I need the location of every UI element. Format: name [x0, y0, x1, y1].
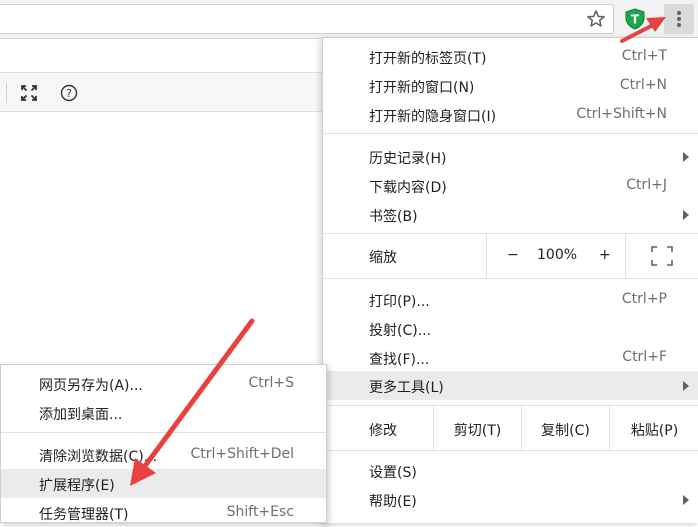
- zoom-level: 100%: [537, 247, 578, 263]
- toolbar-divider: [6, 83, 7, 103]
- submenu-arrow-icon: [683, 210, 689, 220]
- submenu-arrow-icon: [683, 152, 689, 162]
- menu-item-label: 更多工具(L): [369, 380, 444, 396]
- zoom-row: 缩放 − 100% +: [323, 234, 698, 278]
- help-icon[interactable]: ?: [60, 84, 78, 102]
- menu-item-shortcut: Ctrl+Shift+Del: [190, 446, 294, 462]
- submenu-arrow-icon: [683, 495, 689, 505]
- menu-item-label: 书签(B): [369, 209, 418, 225]
- cut-button[interactable]: 剪切(T): [433, 406, 521, 450]
- menu-item-find[interactable]: 查找(F)... Ctrl+F: [323, 343, 698, 372]
- menu-item-history[interactable]: 历史记录(H): [323, 142, 698, 171]
- menu-item-label: 清除浏览数据(C)...: [39, 449, 158, 465]
- menu-item-shortcut: Ctrl+Shift+N: [576, 106, 667, 122]
- menu-item-label: 打开新的隐身窗口(I): [369, 109, 497, 125]
- copy-button[interactable]: 复制(C): [521, 406, 609, 450]
- menu-item-new-tab[interactable]: 打开新的标签页(T) Ctrl+T: [323, 42, 698, 71]
- menu-item-shortcut: Ctrl+J: [626, 177, 667, 193]
- menu-item-label: 历史记录(H): [369, 151, 447, 167]
- zoom-out-button[interactable]: −: [507, 247, 519, 263]
- kebab-menu-icon[interactable]: [664, 4, 694, 34]
- chrome-main-menu: 打开新的标签页(T) Ctrl+T 打开新的窗口(N) Ctrl+N 打开新的隐…: [322, 37, 698, 523]
- menu-item-shortcut: Ctrl+F: [622, 349, 667, 365]
- menu-item-settings[interactable]: 设置(S): [323, 456, 698, 485]
- fullscreen-icon[interactable]: [651, 246, 673, 266]
- menu-item-more-tools[interactable]: 更多工具(L): [323, 371, 698, 400]
- menu-item-label: 下载内容(D): [369, 180, 447, 196]
- zoom-in-button[interactable]: +: [599, 247, 611, 263]
- submenu-item-add-to-desktop[interactable]: 添加到桌面...: [1, 398, 326, 427]
- submenu-item-clear-data[interactable]: 清除浏览数据(C)... Ctrl+Shift+Del: [1, 440, 326, 469]
- menu-item-label: 投射(C)...: [369, 323, 432, 339]
- menu-item-label: 帮助(E): [369, 494, 417, 510]
- fullscreen-icon[interactable]: [20, 84, 38, 102]
- menu-separator: [323, 450, 698, 451]
- menu-item-bookmarks[interactable]: 书签(B): [323, 200, 698, 229]
- shield-extension-icon[interactable]: T: [624, 8, 646, 30]
- paste-button[interactable]: 粘贴(P): [609, 406, 698, 450]
- menu-item-label: 网页另存为(A)...: [39, 378, 143, 394]
- more-tools-submenu: 网页另存为(A)... Ctrl+S 添加到桌面... 清除浏览数据(C)...…: [0, 364, 327, 523]
- submenu-item-save-page[interactable]: 网页另存为(A)... Ctrl+S: [1, 369, 326, 398]
- menu-item-label: 任务管理器(T): [39, 507, 129, 523]
- menu-item-incognito[interactable]: 打开新的隐身窗口(I) Ctrl+Shift+N: [323, 100, 698, 129]
- menu-item-label: 查找(F)...: [369, 352, 430, 368]
- page-toolbar: [0, 72, 330, 112]
- menu-separator: [323, 133, 698, 134]
- menu-item-label: 打开新的窗口(N): [369, 80, 475, 96]
- copy-label: 复制(C): [541, 423, 590, 439]
- menu-item-print[interactable]: 打印(P)... Ctrl+P: [323, 285, 698, 314]
- menu-item-help[interactable]: 帮助(E): [323, 485, 698, 514]
- menu-item-downloads[interactable]: 下载内容(D) Ctrl+J: [323, 171, 698, 200]
- edit-row: 修改 剪切(T) 复制(C) 粘贴(P): [323, 406, 698, 450]
- menu-item-shortcut: Ctrl+T: [621, 48, 667, 64]
- menu-item-shortcut: Ctrl+P: [621, 291, 667, 307]
- menu-item-label: 添加到桌面...: [39, 407, 123, 423]
- menu-item-label: 打开新的标签页(T): [369, 51, 487, 67]
- paste-label: 粘贴(P): [630, 423, 679, 439]
- bookmark-star-icon[interactable]: [586, 9, 606, 29]
- zoom-controls: − 100% +: [486, 234, 626, 278]
- cut-label: 剪切(T): [453, 423, 502, 439]
- menu-item-shortcut: Shift+Esc: [226, 504, 294, 520]
- menu-item-label: 打印(P)...: [369, 294, 430, 310]
- submenu-arrow-icon: [683, 381, 689, 391]
- help-glyph: ?: [66, 87, 72, 100]
- submenu-item-extensions[interactable]: 扩展程序(E): [1, 469, 326, 498]
- extension-letter: T: [631, 13, 640, 27]
- menu-separator: [323, 278, 698, 279]
- edit-label: 修改: [369, 423, 397, 439]
- menu-item-label: 扩展程序(E): [39, 478, 115, 494]
- menu-item-cast[interactable]: 投射(C)...: [323, 314, 698, 343]
- menu-item-shortcut: Ctrl+S: [248, 375, 294, 391]
- address-bar[interactable]: [0, 4, 614, 34]
- menu-item-shortcut: Ctrl+N: [619, 77, 667, 93]
- menu-item-label: 设置(S): [369, 465, 417, 481]
- zoom-label: 缩放: [369, 250, 397, 266]
- menu-item-new-window[interactable]: 打开新的窗口(N) Ctrl+N: [323, 71, 698, 100]
- menu-separator: [1, 432, 326, 433]
